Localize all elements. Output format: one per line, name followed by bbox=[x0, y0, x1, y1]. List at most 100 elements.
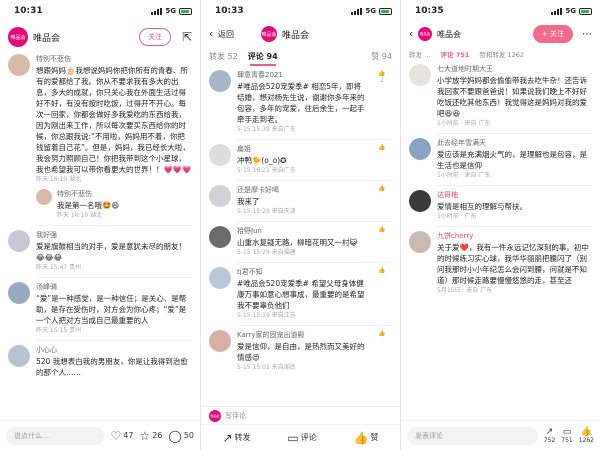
username[interactable]: Karry家的固宠出道殿 bbox=[237, 330, 366, 341]
write-comment-input[interactable]: 写评论 bbox=[225, 411, 246, 421]
comment-like-button[interactable]: 👍 bbox=[372, 226, 392, 258]
comment-like-button[interactable]: 👍 bbox=[372, 267, 392, 321]
avatar[interactable] bbox=[209, 70, 231, 92]
account-name[interactable]: 唯品会 bbox=[282, 28, 309, 41]
comment-button[interactable]: ◯ 50 bbox=[168, 429, 194, 443]
avatar[interactable] bbox=[409, 64, 431, 86]
tab-likes[interactable]: 赞和转发 1262 bbox=[479, 49, 524, 59]
like-button[interactable]: 👍 赞 bbox=[354, 431, 379, 445]
follow-button[interactable]: + 关注 bbox=[532, 25, 573, 43]
comment-meta: 昨天 15:47 贵州 bbox=[36, 264, 82, 271]
network-label: 5G bbox=[565, 7, 576, 15]
comment-label: 评论 bbox=[300, 433, 317, 442]
share-icon[interactable]: ⇱ bbox=[182, 30, 192, 44]
comment-input[interactable]: 说点什么… bbox=[6, 426, 105, 445]
username[interactable]: 肆意青春2021 bbox=[237, 70, 366, 81]
thumb-icon: 👍 bbox=[378, 226, 386, 233]
comment-text: 我来了 bbox=[237, 197, 260, 206]
username[interactable]: 拾野Jun bbox=[237, 226, 366, 237]
status-time: 10:33 bbox=[215, 6, 244, 16]
like-button[interactable]: 👍 1262 bbox=[579, 427, 594, 444]
screenshot-collage: 10:31 5G 唯品会 唯品会 关注 ⇱ 特别不悲伤 想跟妈妈🎂我想说妈妈你把… bbox=[0, 0, 600, 450]
account-name[interactable]: 唯品会 bbox=[437, 29, 461, 40]
avatar[interactable] bbox=[8, 230, 30, 252]
panel-post-detail: 10:31 5G 唯品会 唯品会 关注 ⇱ 特别不悲伤 想跟妈妈🎂我想说妈妈你把… bbox=[0, 0, 200, 450]
thumb-icon: 👍 bbox=[378, 330, 386, 337]
tab-forward[interactable]: 转发 52 bbox=[209, 51, 238, 62]
top-bar: 唯品会 唯品会 关注 ⇱ bbox=[0, 22, 200, 52]
avatar[interactable] bbox=[209, 185, 231, 207]
signal-icon bbox=[351, 7, 363, 15]
brand-logo[interactable]: 唯品会 bbox=[418, 27, 432, 41]
avatar[interactable] bbox=[409, 138, 431, 160]
brand-logo-small: 唯品会 bbox=[209, 409, 221, 422]
list-item: 还是摩卡好喝 我来了 5-15 15:29 来自天津 👍 bbox=[201, 185, 400, 217]
avatar[interactable] bbox=[409, 190, 431, 212]
tab-comments[interactable]: 评论 94 bbox=[248, 51, 278, 66]
avatar[interactable] bbox=[209, 144, 231, 166]
forward-button[interactable]: ↗ 752 bbox=[544, 427, 555, 444]
avatar[interactable] bbox=[36, 189, 52, 205]
list-item: 特别不悲伤 想跟妈妈🎂我想说妈妈你把你所有的青春、所有的爱都给了我。你从不要求我… bbox=[0, 54, 200, 185]
username[interactable]: 汤峰骑 bbox=[36, 282, 192, 293]
username[interactable]: 扁姐 bbox=[237, 144, 366, 155]
back-icon[interactable]: ‹ bbox=[409, 29, 413, 40]
comment-input[interactable]: 发表评论 bbox=[407, 426, 538, 445]
signal-icon bbox=[551, 7, 563, 15]
avatar[interactable] bbox=[409, 231, 431, 253]
like-button[interactable]: ♡ 47 bbox=[110, 429, 133, 443]
comment-like-button[interactable]: 👍 bbox=[372, 144, 392, 176]
avatar[interactable] bbox=[209, 226, 231, 248]
comment-meta: 5-15 16:21 来自广东 bbox=[237, 167, 296, 174]
comment-like-button[interactable]: 👍 bbox=[372, 330, 392, 373]
avatar[interactable] bbox=[209, 267, 231, 289]
comment-text: 关于爱❤️，我有一件永远记忆深刻的事。初中的时候练习实心球，我华华丽丽把腰闪了（… bbox=[437, 243, 589, 285]
list-item: 扁姐 冲鸭🐤(o_o)✪ 5-15 16:21 来自广东 👍 bbox=[201, 144, 400, 176]
comment-count: 751 bbox=[561, 437, 573, 444]
username[interactable]: 特别不悲伤 bbox=[36, 54, 192, 65]
username[interactable]: 小心心 bbox=[36, 345, 192, 356]
avatar[interactable] bbox=[8, 54, 30, 76]
tab-likes[interactable]: 赞 94 bbox=[371, 51, 392, 62]
account-name[interactable]: 唯品会 bbox=[33, 31, 60, 44]
avatar[interactable] bbox=[8, 345, 30, 367]
username[interactable]: 此去经年雪满天 bbox=[437, 138, 592, 149]
avatar[interactable] bbox=[209, 330, 231, 352]
tab-bar: 转发 52 评论 94 赞 94 bbox=[201, 46, 400, 66]
back-button[interactable]: 返回 bbox=[218, 29, 234, 40]
network-label: 5G bbox=[165, 7, 176, 15]
follow-button[interactable]: 关注 bbox=[138, 28, 171, 46]
comment-button[interactable]: ▭ 751 bbox=[561, 427, 572, 444]
username[interactable]: 还是摩卡好喝 bbox=[237, 185, 366, 196]
comment-like-button[interactable]: 👍 2 bbox=[372, 70, 392, 135]
comment-meta: 1小时前 · 来自 广东 bbox=[437, 172, 491, 179]
favorite-button[interactable]: ☆ 26 bbox=[139, 429, 162, 443]
comment-text: 爱是旗鼓相当的对手，爱是意犹未尽的朋友！😂😂😂 bbox=[36, 242, 186, 262]
tab-forward[interactable]: 转发 … bbox=[409, 49, 431, 59]
username[interactable]: 九饼cherry bbox=[437, 231, 592, 242]
comment-button[interactable]: ▭ 评论 bbox=[287, 431, 316, 445]
thumb-icon: 👍 bbox=[580, 427, 592, 437]
comment-list[interactable]: 特别不悲伤 想跟妈妈🎂我想说妈妈你把你所有的青春、所有的爱都给了我。你从不要求我… bbox=[0, 54, 200, 420]
comment-meta: 5-15 15:19 来自江苏 bbox=[237, 312, 296, 319]
forward-button[interactable]: ↗ 转发 bbox=[222, 431, 250, 445]
comment-like-button[interactable]: 👍 bbox=[372, 185, 392, 217]
avatar[interactable] bbox=[8, 282, 30, 304]
username[interactable]: 特别不悲伤 bbox=[57, 189, 192, 200]
username[interactable]: 我好强 bbox=[36, 230, 192, 241]
username[interactable]: 七大道地时期大王 bbox=[437, 64, 592, 75]
more-icon[interactable]: ⋯ bbox=[582, 29, 592, 40]
divider bbox=[237, 325, 392, 326]
comment-list[interactable]: 肆意青春2021 #唯品会520宠爱季# 相恋5年，即将结婚，想对杨先生说，谢谢… bbox=[201, 66, 400, 406]
comment-text: 想跟妈妈🎂我想说妈妈你把你所有的青春、所有的爱都给了我。你从不要求我有多大的出息… bbox=[36, 66, 192, 174]
username[interactable]: tj君不知 bbox=[237, 267, 366, 278]
bottom-action-bar: 发表评论 ↗ 752 ▭ 751 👍 1262 bbox=[401, 420, 600, 450]
comment-icon: ▭ bbox=[562, 427, 572, 437]
brand-logo[interactable]: 唯品会 bbox=[261, 26, 277, 42]
comment-list[interactable]: 七大道地时期大王 小学放学妈妈都会偷偷带我去吃牛杂！还告诉我回家不要跟爸爸说！如… bbox=[401, 64, 600, 420]
brand-logo[interactable]: 唯品会 bbox=[8, 27, 28, 47]
divider bbox=[437, 133, 592, 134]
username[interactable]: 达哥柚 bbox=[437, 190, 592, 201]
tab-comments[interactable]: 评论 751 bbox=[441, 49, 470, 59]
back-icon[interactable]: ‹ bbox=[209, 29, 213, 40]
